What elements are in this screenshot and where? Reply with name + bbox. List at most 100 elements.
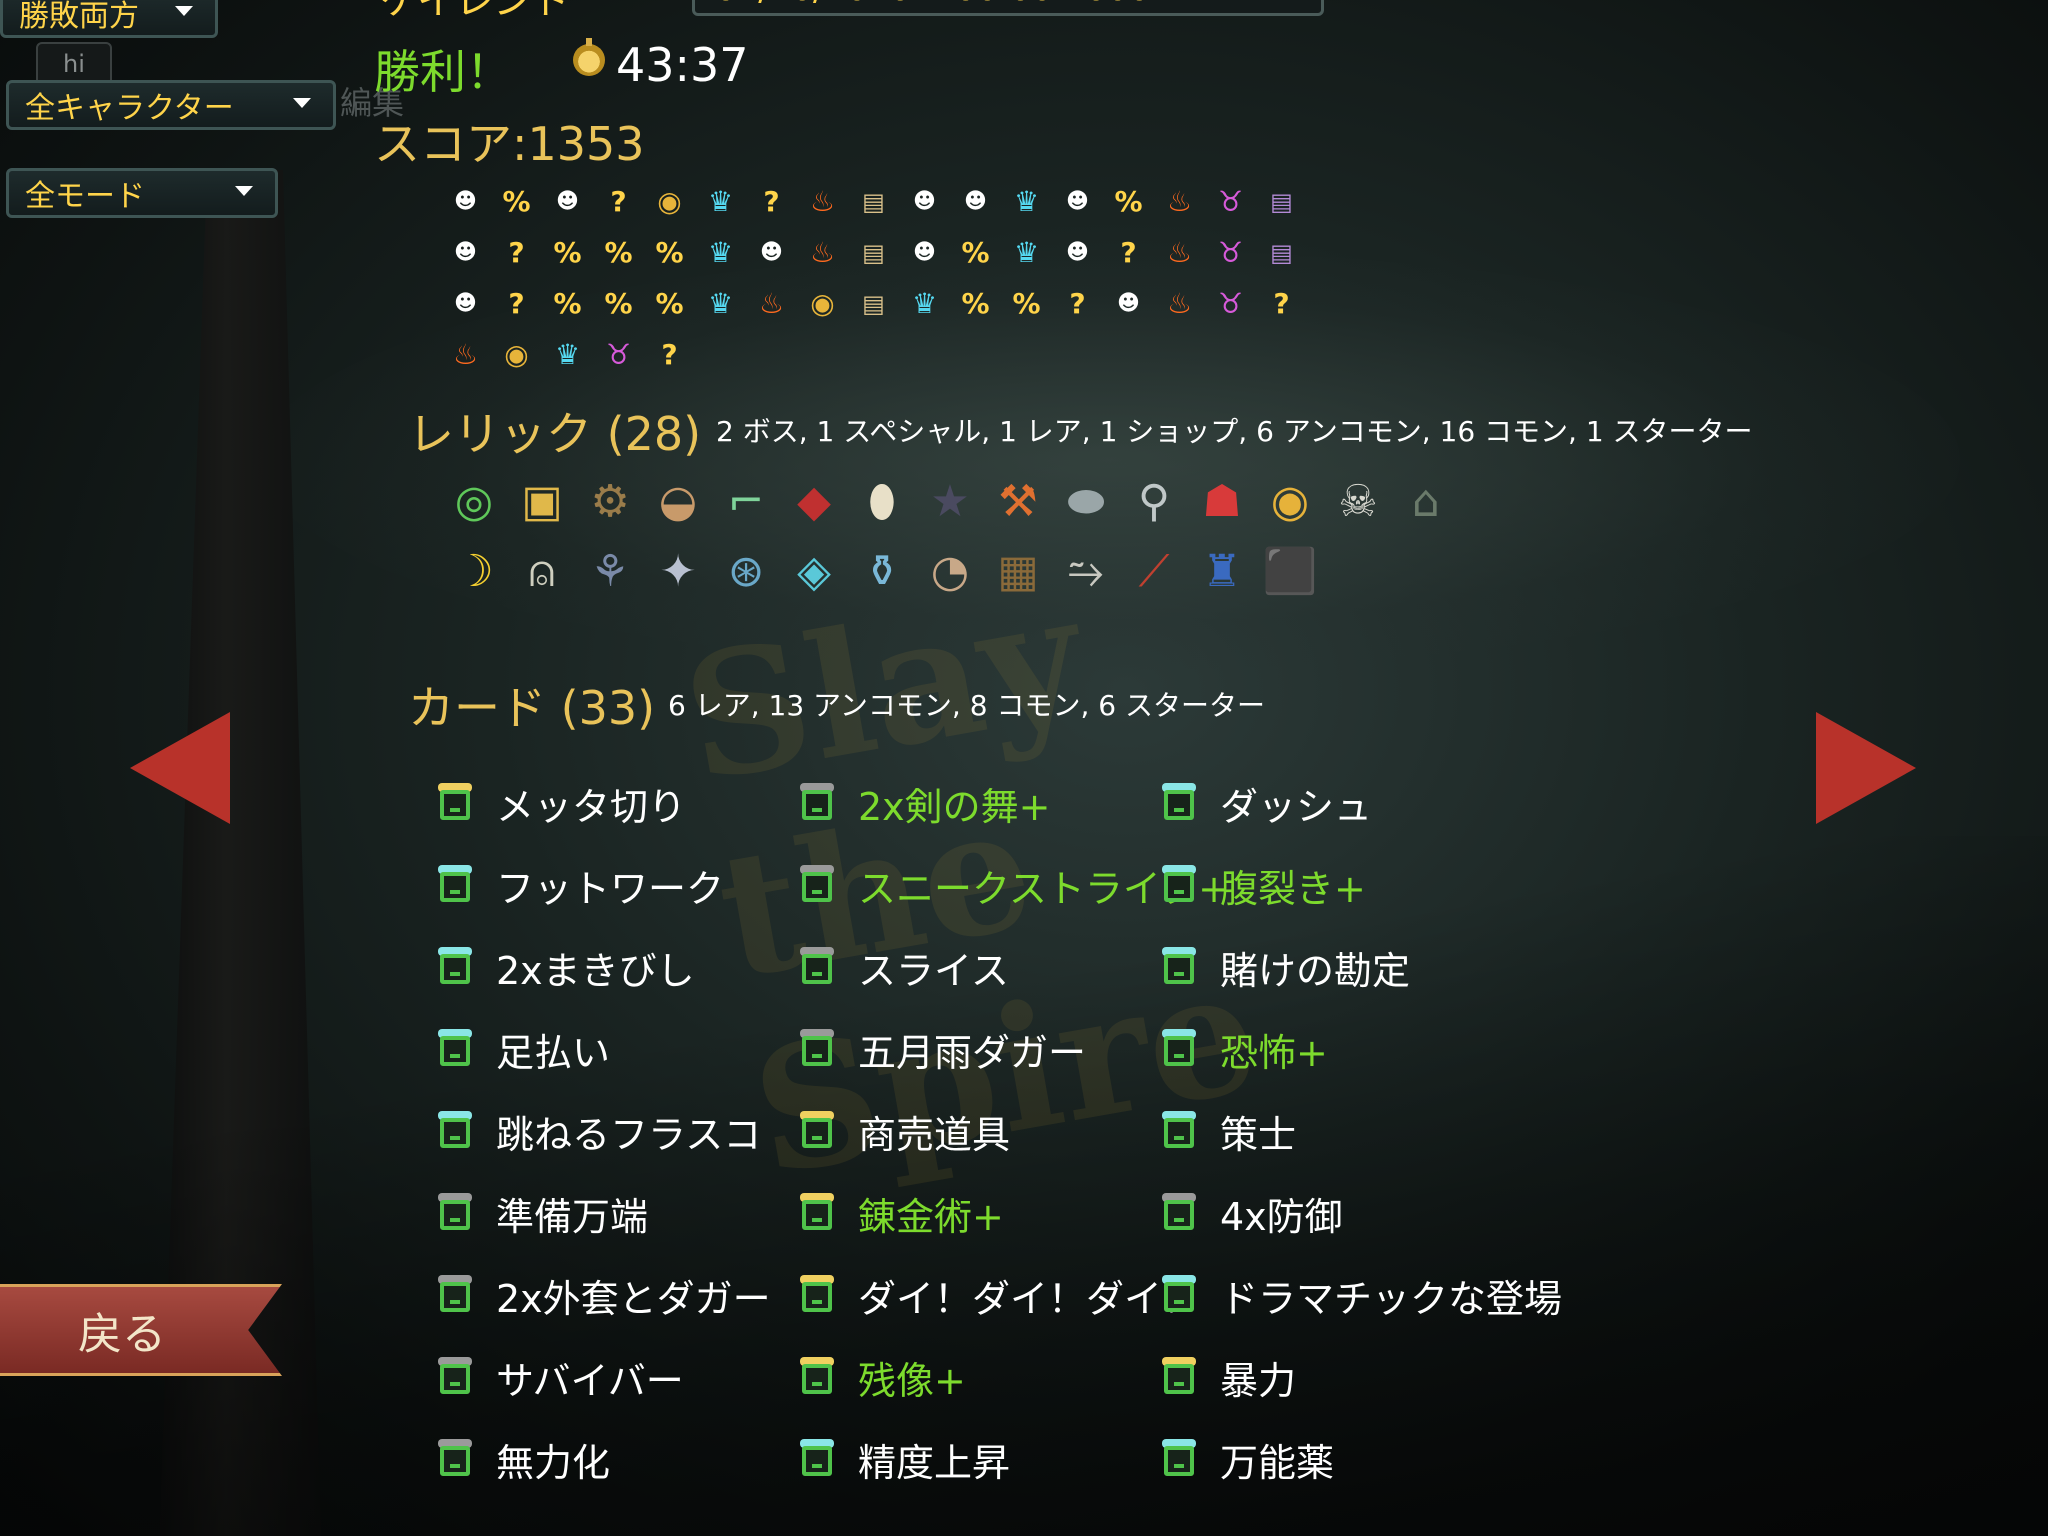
card-list-item[interactable]: 跳ねるフラスコ [438, 1090, 800, 1172]
unknown-node-icon: ? [1069, 287, 1086, 320]
map-path-row: ☻?%%% ♛ ♨ ◉ ▤ ♛%%? ☻ ♨ ♉? [440, 278, 1320, 329]
character-filter-dropdown[interactable]: 全キャラクター [6, 80, 336, 130]
card-type-icon [800, 1029, 834, 1069]
bag-icon[interactable]: ◔ [916, 541, 984, 601]
spoon-icon[interactable]: ⚲ [1120, 471, 1188, 531]
monster-node-icon: ☻ [556, 189, 579, 214]
card-type-icon [438, 1439, 472, 1479]
rest-node-icon: ♨ [1166, 236, 1193, 269]
card-list-item[interactable]: 残像+ [800, 1336, 1162, 1418]
result-filter-dropdown[interactable]: 勝敗両方 [0, 0, 218, 38]
card-list-item[interactable]: メッタ切り [438, 762, 800, 844]
birdcage-icon[interactable]: ⍝ [508, 541, 576, 601]
treasure-chest-relic-icon[interactable]: ▣ [508, 471, 576, 531]
card-list-item[interactable]: 暴力 [1162, 1336, 1622, 1418]
cards-summary: 6 レア, 13 アンコモン, 8 コモン, 6 スターター [668, 689, 1265, 722]
card-type-icon [438, 783, 472, 823]
card-list-item[interactable]: 4x防御 [1162, 1172, 1622, 1254]
card-list-item[interactable]: 2xまきびし [438, 926, 800, 1008]
chest-node-icon: ▤ [862, 187, 885, 216]
card-name: 2x剣の舞+ [858, 784, 1051, 829]
gem-icon[interactable]: ◈ [780, 541, 848, 601]
card-list-item[interactable]: スライス [800, 926, 1162, 1008]
card-name: 万能薬 [1220, 1440, 1335, 1485]
card-name: 五月雨ダガー [858, 1030, 1087, 1075]
card-type-icon [800, 1275, 834, 1315]
card-list-item[interactable]: 策士 [1162, 1090, 1622, 1172]
card-type-icon [438, 1029, 472, 1069]
seed-field[interactable]: 02/20/2020 4:00:00 1000 [692, 0, 1324, 16]
anchor-coil-icon[interactable]: ⚙ [576, 471, 644, 531]
banana-icon[interactable]: ☽ [440, 541, 508, 601]
mode-filter-dropdown[interactable]: 全モード [6, 168, 278, 218]
nunchaku-icon[interactable]: ⟋ [1120, 541, 1188, 601]
card-list-item[interactable]: 精度上昇 [800, 1418, 1162, 1500]
card-list-item[interactable]: 腹裂き+ [1162, 844, 1622, 926]
back-button[interactable]: 戻る [0, 1284, 282, 1376]
shuriken-icon[interactable]: ✦ [644, 541, 712, 601]
card-list-item[interactable]: 無力化 [438, 1418, 800, 1500]
elite-node-icon: ♛ [1013, 236, 1040, 269]
pillow-icon[interactable]: ◆ [780, 471, 848, 531]
card-name: ダッシュ [1220, 784, 1373, 829]
monster-node-icon: ☻ [454, 240, 477, 265]
ring-of-serpent-icon[interactable]: ◎ [440, 471, 508, 531]
card-list-item[interactable]: 五月雨ダガー [800, 1008, 1162, 1090]
card-list-item[interactable]: 商売道具 [800, 1090, 1162, 1172]
map-path-row: ☻% ☻? ◉ ♛? ♨ ▤ ☻ ☻ ♛ ☻% ♨ ♉ ▤ [440, 176, 1320, 227]
card-list-item[interactable]: フットワーク [438, 844, 800, 926]
card-list-item[interactable]: ドラマチックな登場 [1162, 1254, 1622, 1336]
previous-run-arrow-icon[interactable] [130, 712, 230, 824]
star-icon[interactable]: ★ [916, 471, 984, 531]
prayer-beads-icon[interactable]: ⊛ [712, 541, 780, 601]
card-list-item[interactable]: 万能薬 [1162, 1418, 1622, 1500]
skull-icon[interactable]: ☠ [1324, 471, 1392, 531]
chevron-down-icon [175, 6, 193, 16]
chair-icon[interactable]: ♜ [1188, 541, 1256, 601]
card-list-item[interactable]: 2x外套とダガー [438, 1254, 800, 1336]
card-list-item[interactable]: スニークストライク+ [800, 844, 1230, 926]
card-type-icon [438, 947, 472, 987]
card-name: 暴力 [1220, 1358, 1297, 1403]
card-list-item[interactable]: 準備万端 [438, 1172, 800, 1254]
boot-icon[interactable]: ⌐ [712, 471, 780, 531]
egg-icon[interactable]: ⬮ [848, 471, 916, 531]
fish-icon[interactable]: ⥲ [1052, 541, 1120, 601]
treasure-chest-node-icon: % [1012, 287, 1041, 320]
treasure-monster-node-icon: % [604, 287, 633, 320]
card-list-item[interactable]: 足払い [438, 1008, 800, 1090]
treasure-shop-node-icon: % [961, 287, 990, 320]
boss-node-icon: ♉ [1217, 287, 1244, 320]
card-list-item[interactable]: ダッシュ [1162, 762, 1622, 844]
gold-bar-icon[interactable]: ⬛ [1256, 541, 1324, 601]
bowl-icon[interactable]: ◒ [644, 471, 712, 531]
card-list-item[interactable]: サバイバー [438, 1336, 800, 1418]
treasure-chest-node-icon: % [1114, 185, 1143, 218]
unknown-node-icon: ? [763, 185, 780, 218]
card-list-item[interactable]: 2x剣の舞+ [800, 762, 1162, 844]
card-list-item[interactable]: 賭けの勘定 [1162, 926, 1622, 1008]
card-name: 精度上昇 [858, 1440, 1011, 1485]
mouse-icon[interactable]: ⚘ [576, 541, 644, 601]
treasure-shop-node-icon: % [655, 236, 684, 269]
treasure-shop-node-icon: % [655, 287, 684, 320]
card-type-icon [1162, 865, 1196, 905]
hammer-icon[interactable]: ⚒ [984, 471, 1052, 531]
coin-icon[interactable]: ◉ [1256, 471, 1324, 531]
stone-icon[interactable]: ⬬ [1052, 471, 1120, 531]
card-name: 2x外套とダガー [496, 1276, 771, 1321]
card-type-icon [438, 1111, 472, 1151]
card-name: 4x防御 [1220, 1194, 1343, 1239]
elite-node-icon: ♛ [707, 236, 734, 269]
next-run-arrow-icon[interactable] [1816, 712, 1916, 824]
red-mask-icon[interactable]: ☗ [1188, 471, 1256, 531]
wooden-crate-icon[interactable]: ▦ [984, 541, 1052, 601]
card-name: サバイバー [496, 1358, 684, 1403]
map-path-row: ♨ ◉ ♛ ♉? [440, 329, 1320, 380]
card-list-item[interactable]: ダイ！ダイ！ダイ！ [800, 1254, 1200, 1336]
card-list-item[interactable]: 恐怖+ [1162, 1008, 1622, 1090]
card-list-item[interactable]: 錬金術+ [800, 1172, 1162, 1254]
rest-node-icon: ♨ [1166, 185, 1193, 218]
lantern-icon[interactable]: ⌂ [1392, 471, 1460, 531]
faucet-icon[interactable]: ⚱ [848, 541, 916, 601]
